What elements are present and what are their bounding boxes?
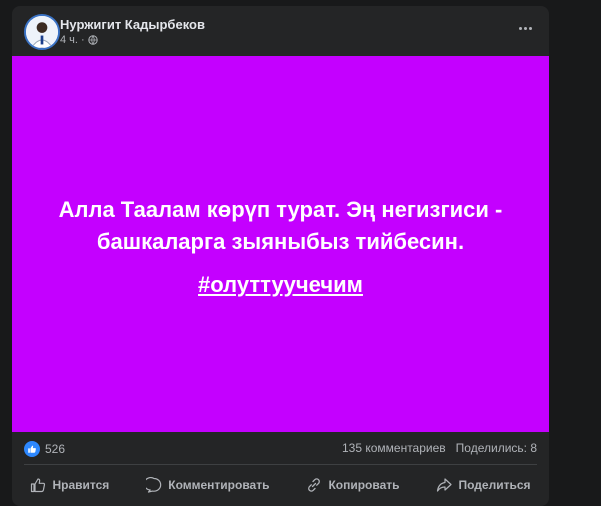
comment-icon (146, 477, 162, 493)
meta-separator: · (80, 34, 85, 46)
comment-button[interactable]: Комментировать (136, 471, 279, 499)
globe-icon (87, 35, 98, 45)
more-options-icon[interactable] (515, 20, 535, 36)
like-button[interactable]: Нравится (20, 471, 119, 499)
stats-right: 135 комментариев Поделились: 8 (342, 441, 537, 455)
share-button[interactable]: Поделиться (426, 471, 540, 499)
post-time[interactable]: 4 ч. (60, 34, 78, 46)
avatar-image (26, 16, 58, 48)
reactions-count: 526 (45, 442, 66, 456)
reactions-summary[interactable]: 526 (24, 441, 65, 457)
post-card: Нуржигит Кадырбеков 4 ч. · Алла Таалам к… (12, 6, 549, 506)
share-label: Поделиться (458, 478, 531, 492)
post-image[interactable]: Алла Таалам көрүп турат. Эң негизгиси - … (12, 56, 549, 432)
post-stats: 526 135 комментариев Поделились: 8 (12, 436, 549, 460)
shares-count[interactable]: Поделились: 8 (456, 441, 537, 455)
actions-divider (24, 464, 537, 465)
author-avatar[interactable] (24, 14, 60, 50)
copy-button[interactable]: Копировать (296, 471, 409, 499)
copy-label: Копировать (328, 478, 400, 492)
post-actions: Нравится Комментировать Копировать Подел… (12, 468, 549, 502)
post-meta: 4 ч. · (60, 34, 98, 46)
comments-count[interactable]: 135 комментариев (342, 441, 446, 455)
post-header: Нуржигит Кадырбеков 4 ч. · (12, 6, 549, 54)
link-icon (308, 478, 321, 492)
post-hashtag[interactable]: #олуттуучечим (198, 272, 363, 297)
post-hashtag-wrap: #олуттуучечим (12, 272, 549, 298)
share-icon (437, 478, 453, 492)
author-name[interactable]: Нуржигит Кадырбеков (60, 17, 205, 32)
thumbs-up-icon (31, 478, 46, 493)
comment-label: Комментировать (168, 478, 270, 492)
post-message: Алла Таалам көрүп турат. Эң негизгиси - … (58, 197, 503, 254)
like-reaction-icon (24, 441, 40, 457)
like-label: Нравится (52, 478, 110, 492)
